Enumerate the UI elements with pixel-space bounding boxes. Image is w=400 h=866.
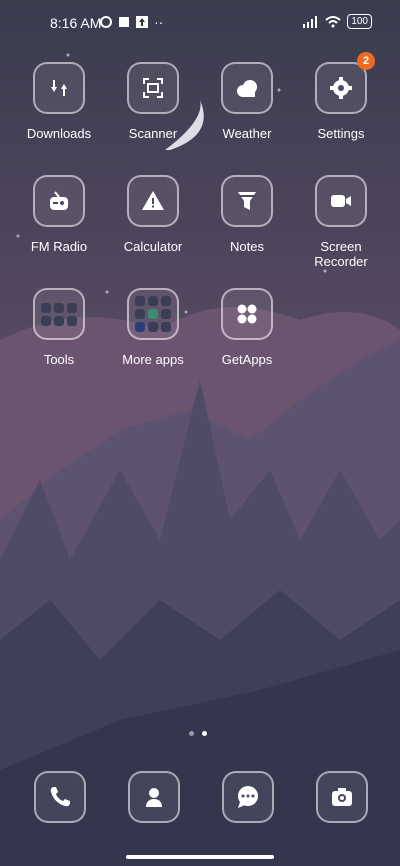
app-fm-radio[interactable]: FM Radio <box>11 175 107 254</box>
app-notes-tile <box>221 175 273 227</box>
app-label: Calculator <box>123 239 183 254</box>
dock-contacts[interactable] <box>128 771 180 823</box>
app-label: Tools <box>43 352 75 367</box>
app-downloads[interactable]: Downloads <box>11 62 107 141</box>
downloads-icon <box>51 80 67 96</box>
camera-icon <box>332 788 352 806</box>
app-label: More apps <box>122 352 184 367</box>
battery-indicator: 100 <box>347 14 372 29</box>
app-label: Screen Recorder <box>314 239 368 269</box>
status-bar: 8:16 AM ·· 100 <box>0 0 400 44</box>
page-dot-active[interactable] <box>202 731 207 736</box>
signal-icon <box>303 15 318 28</box>
phone-icon <box>50 787 70 807</box>
folder-preview <box>135 296 171 332</box>
weather-icon <box>237 80 257 97</box>
page-dot[interactable] <box>189 731 194 736</box>
app-calculator-tile <box>127 175 179 227</box>
app-label: Downloads <box>26 126 92 141</box>
app-weather[interactable]: Weather <box>199 62 295 141</box>
page-indicator[interactable] <box>189 731 207 736</box>
app-settings[interactable]: 2 Settings <box>293 52 389 141</box>
contacts-icon <box>146 788 162 807</box>
dock-camera[interactable] <box>316 771 368 823</box>
video-camera-icon <box>331 195 351 207</box>
gear-icon <box>330 77 352 99</box>
scanner-icon <box>143 78 163 98</box>
app-label: Scanner <box>128 126 178 141</box>
messages-icon <box>238 786 258 808</box>
folder-tools[interactable]: Tools <box>11 288 107 367</box>
home-indicator[interactable] <box>126 855 274 859</box>
notification-square-icon <box>119 17 129 27</box>
app-notes[interactable]: Notes <box>199 175 295 254</box>
app-getapps-tile <box>221 288 273 340</box>
app-settings-tile: 2 <box>315 52 375 114</box>
radio-icon <box>50 191 68 210</box>
app-label: FM Radio <box>30 239 88 254</box>
app-fm-radio-tile <box>33 175 85 227</box>
folder-more-apps-tile <box>127 288 179 340</box>
app-scanner-tile <box>127 62 179 114</box>
folder-tools-tile <box>33 288 85 340</box>
app-calculator[interactable]: Calculator <box>105 175 201 254</box>
app-getapps[interactable]: GetApps <box>199 288 295 367</box>
data-saver-icon <box>100 16 112 28</box>
calculator-icon <box>142 191 164 210</box>
more-notifications-icon: ·· <box>154 14 164 30</box>
app-label: Notes <box>230 239 264 254</box>
app-weather-tile <box>221 62 273 114</box>
status-time: 8:16 AM <box>50 15 102 31</box>
app-screen-recorder-tile <box>315 175 367 227</box>
wifi-icon <box>325 15 341 27</box>
app-label: Weather <box>222 126 272 141</box>
notification-badge: 2 <box>357 52 375 70</box>
notes-icon <box>238 192 256 210</box>
getapps-icon <box>237 304 257 324</box>
upload-icon <box>136 16 148 28</box>
app-scanner[interactable]: Scanner <box>105 62 201 141</box>
folder-preview <box>41 302 77 326</box>
app-screen-recorder[interactable]: Screen Recorder <box>293 175 389 269</box>
dock-messages[interactable] <box>222 771 274 823</box>
app-label: Settings <box>317 126 365 141</box>
app-label: GetApps <box>221 352 273 367</box>
dock-phone[interactable] <box>34 771 86 823</box>
app-downloads-tile <box>33 62 85 114</box>
folder-more-apps[interactable]: More apps <box>105 288 201 367</box>
